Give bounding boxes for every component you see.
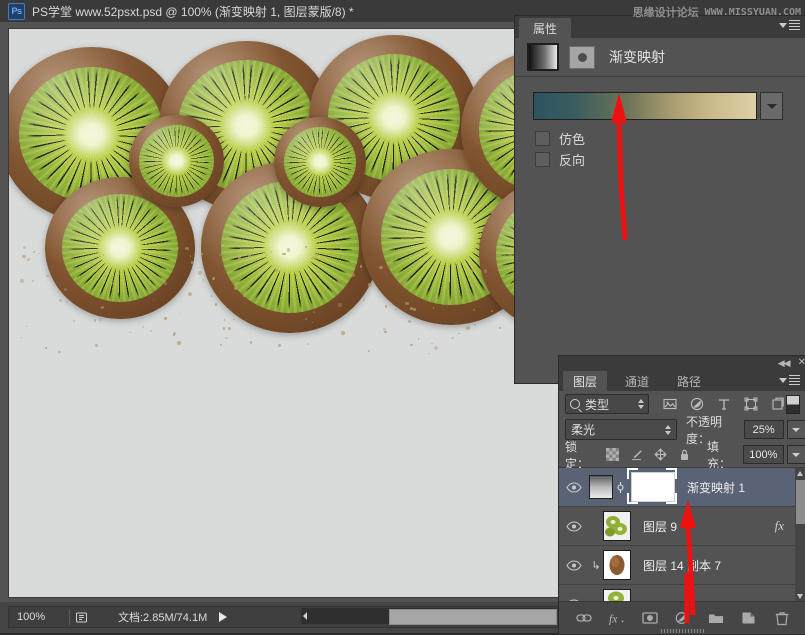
table-row[interactable]: 渐变映射 1 — [559, 468, 805, 507]
play-arrow-icon[interactable] — [219, 612, 227, 622]
link-mask-icon[interactable] — [613, 481, 627, 494]
panel-resize-grip[interactable] — [661, 629, 705, 633]
layer-name[interactable]: 图层 9 — [643, 518, 677, 535]
layers-panel: ◀◀ ✕ 图层 通道 路径 类型 — [558, 355, 805, 635]
kiwi-whole-thumb[interactable] — [603, 550, 631, 580]
ps-icon: Ps — [8, 3, 25, 20]
opacity-chevron-down-icon[interactable] — [787, 420, 805, 439]
layer-style-button[interactable]: fx — [609, 610, 625, 626]
scroll-down-arrow[interactable] — [797, 594, 803, 599]
panel-menu-icon[interactable] — [779, 375, 800, 385]
tab-layers[interactable]: 图层 — [563, 371, 607, 391]
gradient-preview[interactable] — [533, 92, 757, 120]
gradient-row — [533, 92, 783, 118]
chevron-down-icon[interactable] — [760, 92, 783, 120]
fill-input[interactable]: 100% — [743, 445, 784, 464]
clipping-mask-icon: ↳ — [589, 559, 603, 572]
table-row[interactable]: 图层 9 fx — [559, 507, 805, 546]
adjustment-filter-icon[interactable] — [690, 397, 704, 411]
kiwi-thumb[interactable] — [603, 511, 631, 541]
table-row[interactable]: ↳ 图层 14 副本 7 — [559, 546, 805, 585]
layers-tab-row: 图层 通道 路径 — [559, 370, 805, 391]
layer-name[interactable]: 图层 14 副本 7 — [643, 557, 721, 574]
scroll-thumb[interactable] — [796, 480, 805, 524]
checkbox-box[interactable] — [535, 131, 550, 146]
eye-icon[interactable] — [559, 560, 589, 571]
lock-position-icon[interactable] — [654, 448, 667, 461]
checkbox-box[interactable] — [535, 152, 550, 167]
table-row[interactable] — [559, 585, 805, 602]
scroll-left-arrow[interactable] — [303, 612, 307, 620]
kiwi-fruit-lettering — [9, 29, 559, 349]
filter-icons — [663, 397, 785, 411]
delete-layer-button[interactable] — [774, 610, 790, 626]
svg-text:fx: fx — [609, 613, 618, 625]
status-inner: 100% 文档:2.85M/74.1M — [8, 606, 560, 628]
shape-filter-icon[interactable] — [744, 397, 758, 411]
layer-mask-thumb[interactable] — [631, 472, 675, 502]
new-adjustment-button[interactable] — [675, 610, 691, 626]
layer-name[interactable]: 渐变映射 1 — [687, 479, 745, 496]
new-layer-button[interactable] — [741, 610, 757, 626]
smart-object-filter-icon[interactable] — [771, 397, 785, 411]
lock-transparency-icon[interactable] — [606, 448, 619, 461]
lock-all-icon[interactable] — [678, 448, 691, 461]
gradient-map-thumb[interactable] — [589, 475, 613, 499]
layer-filter-row: 类型 — [559, 391, 805, 417]
canvas-horizontal-scrollbar[interactable] — [301, 608, 557, 624]
properties-tab-row: 属性 — [515, 16, 805, 38]
eye-icon[interactable] — [559, 482, 589, 493]
eye-icon[interactable] — [559, 521, 589, 532]
document-title: PS学堂 www.52psxt.psd @ 100% (渐变映射 1, 图层蒙版… — [32, 3, 354, 20]
collapse-icon[interactable]: ◀◀ — [778, 358, 790, 369]
opacity-input[interactable]: 25% — [744, 420, 784, 439]
spinner-updown-icon[interactable] — [638, 399, 644, 409]
filter-kind-label: 类型 — [585, 396, 609, 413]
link-layers-button[interactable] — [576, 610, 592, 626]
dither-checkbox[interactable]: 仿色 — [535, 129, 585, 148]
fill-label: 填充： — [707, 438, 740, 472]
lock-row: 锁定： 填充： 100% — [559, 442, 805, 468]
blend-mode-value: 柔光 — [571, 421, 595, 438]
layer-list: 渐变映射 1 图层 9 fx ↳ — [559, 468, 805, 602]
layers-panel-toolbar: fx — [559, 601, 805, 634]
new-group-button[interactable] — [708, 610, 724, 626]
spinner-updown-icon[interactable] — [665, 425, 671, 435]
fx-icon[interactable]: fx — [775, 518, 784, 534]
scroll-up-arrow[interactable] — [797, 471, 803, 476]
fill-chevron-down-icon[interactable] — [787, 445, 805, 464]
document-size-info: 文档:2.85M/74.1M — [92, 609, 207, 625]
lock-label: 锁定： — [565, 438, 598, 472]
clip-to-layer-icon[interactable] — [569, 46, 595, 69]
add-mask-button[interactable] — [642, 610, 658, 626]
gradient-map-icon — [527, 43, 559, 71]
photoshop-window: Ps PS学堂 www.52psxt.psd @ 100% (渐变映射 1, 图… — [0, 0, 805, 633]
pixel-filter-icon[interactable] — [663, 397, 677, 411]
document-preview-icon[interactable] — [70, 611, 92, 624]
panel-menu-icon[interactable] — [779, 20, 800, 30]
scroll-thumb[interactable] — [389, 609, 557, 625]
dither-label: 仿色 — [559, 129, 585, 148]
layers-panel-titlebar: ◀◀ ✕ — [559, 356, 805, 370]
layers-vertical-scrollbar[interactable] — [795, 468, 805, 602]
properties-panel: 属性 渐变映射 仿色 反向 — [514, 15, 805, 384]
tab-paths[interactable]: 路径 — [667, 371, 711, 391]
properties-header: 渐变映射 — [515, 38, 805, 77]
filter-toggle-icon[interactable] — [786, 395, 800, 414]
tab-properties[interactable]: 属性 — [519, 18, 571, 38]
search-icon — [570, 399, 580, 409]
document-canvas[interactable] — [8, 28, 560, 598]
adjustment-title: 渐变映射 — [609, 47, 665, 67]
tab-channels[interactable]: 通道 — [615, 371, 659, 391]
reverse-checkbox[interactable]: 反向 — [535, 150, 585, 169]
type-filter-icon[interactable] — [717, 397, 731, 411]
zoom-level[interactable]: 100% — [9, 611, 69, 623]
lock-icons — [606, 448, 691, 461]
lock-image-icon[interactable] — [630, 448, 643, 461]
close-icon[interactable]: ✕ — [798, 358, 805, 368]
filter-kind-select[interactable]: 类型 — [565, 394, 649, 414]
reverse-label: 反向 — [559, 150, 585, 169]
